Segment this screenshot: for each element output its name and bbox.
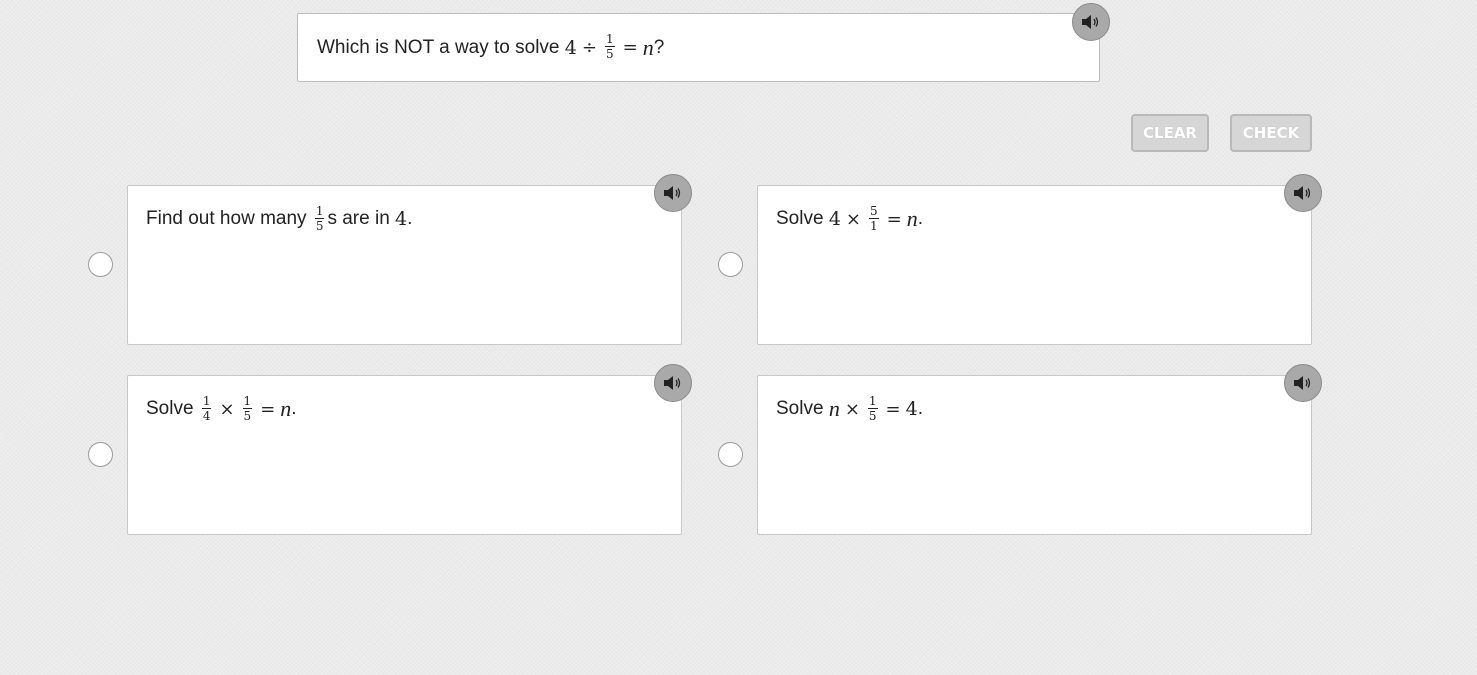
math-fraction: 1 5 [314, 203, 325, 233]
math-number: 4 [395, 208, 408, 230]
question-prompt: Which is NOT a way to solve 4 ÷ 1 5 = n … [297, 13, 1100, 82]
speaker-icon [664, 376, 681, 390]
math-number: 4 [564, 36, 577, 59]
fraction-denominator: 1 [870, 218, 878, 233]
option-3-card[interactable]: Solve 1 4 × 1 5 = n . [127, 375, 682, 535]
option-3-radio[interactable] [88, 442, 113, 467]
option-text-lead: Solve [776, 208, 824, 229]
math-variable: n [280, 396, 292, 421]
speaker-icon [1082, 15, 1099, 29]
option-3-text: Solve 1 4 × 1 5 = n . [146, 392, 297, 426]
option-1-card[interactable]: Find out how many 1 5 s are in 4 . [127, 185, 682, 345]
option-4-audio-button[interactable] [1284, 364, 1322, 402]
option-2-card[interactable]: Solve 4 × 5 1 = n . [757, 185, 1312, 345]
option-2-radio[interactable] [718, 252, 743, 277]
math-variable: n [906, 206, 918, 231]
math-operator: × [844, 398, 860, 420]
fraction-denominator: 5 [868, 408, 877, 423]
option-2-audio-button[interactable] [1284, 174, 1322, 212]
math-variable: n [642, 34, 654, 60]
speaker-icon [1294, 376, 1311, 390]
period: . [291, 398, 297, 419]
option-text-mid: s are in [327, 208, 390, 229]
fraction-denominator: 4 [202, 408, 211, 423]
period: . [917, 398, 924, 419]
math-fraction: 1 5 [242, 393, 253, 423]
option-2-text: Solve 4 × 5 1 = n . [776, 202, 923, 236]
fraction-numerator: 1 [867, 393, 878, 409]
question-lead-text: Which is NOT a way to solve [317, 36, 560, 58]
math-number: 4 [905, 398, 918, 420]
math-fraction: 1 5 [867, 393, 878, 423]
math-equals: = [886, 208, 902, 230]
fraction-numerator: 5 [869, 203, 879, 219]
fraction-numerator: 1 [314, 203, 325, 219]
math-fraction: 1 4 [201, 393, 212, 423]
option-text-lead: Solve [146, 398, 194, 419]
fraction-denominator: 5 [605, 47, 614, 61]
math-number: 4 [828, 208, 841, 230]
option-1-radio[interactable] [88, 252, 113, 277]
math-fraction: 1 5 [604, 32, 615, 61]
question-audio-button[interactable] [1072, 3, 1110, 41]
math-variable: n [828, 396, 840, 421]
period: . [407, 208, 413, 229]
option-4-radio[interactable] [718, 442, 743, 467]
option-4-text: Solve n × 1 5 = 4 . [776, 392, 923, 426]
math-operator: × [219, 398, 235, 420]
fraction-numerator: 1 [201, 393, 212, 409]
option-4-card[interactable]: Solve n × 1 5 = 4 . [757, 375, 1312, 535]
option-3-audio-button[interactable] [654, 364, 692, 402]
math-fraction: 5 1 [869, 205, 879, 232]
option-text-lead: Find out how many [146, 208, 307, 229]
check-button[interactable]: CHECK [1230, 114, 1312, 152]
option-text-lead: Solve [776, 398, 824, 419]
fraction-denominator: 5 [243, 408, 252, 423]
option-1-audio-button[interactable] [654, 174, 692, 212]
fraction-numerator: 1 [604, 32, 615, 47]
math-equals: = [885, 398, 901, 420]
math-operator: ÷ [581, 37, 597, 58]
speaker-icon [664, 186, 681, 200]
clear-button[interactable]: CLEAR [1131, 114, 1209, 152]
math-operator: × [845, 208, 861, 230]
question-text: Which is NOT a way to solve 4 ÷ 1 5 = n … [317, 14, 664, 81]
fraction-denominator: 5 [315, 218, 324, 233]
option-1-text: Find out how many 1 5 s are in 4 . [146, 202, 412, 236]
fraction-numerator: 1 [242, 393, 253, 409]
math-equals: = [622, 37, 638, 58]
math-equals: = [260, 398, 276, 420]
question-mark: ? [653, 36, 665, 58]
speaker-icon [1294, 186, 1311, 200]
period: . [917, 208, 924, 229]
